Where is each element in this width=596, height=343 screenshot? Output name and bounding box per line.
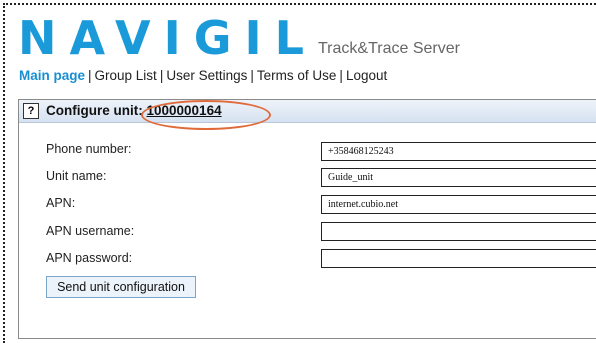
phone-number-label: Phone number:: [46, 142, 132, 156]
apn-field[interactable]: internet.cubio.net: [321, 195, 596, 214]
apn-password-field[interactable]: [321, 249, 596, 268]
phone-number-field[interactable]: +358468125243: [321, 142, 596, 161]
server-subtitle: Track&Trace Server: [318, 40, 460, 57]
nav-user-settings[interactable]: User Settings: [166, 68, 247, 83]
panel-header: ? Configure unit: 1000000164: [19, 100, 596, 130]
apn-username-label: APN username:: [46, 224, 135, 238]
send-unit-configuration-button[interactable]: Send unit configuration: [46, 276, 196, 298]
nav-separator: |: [250, 68, 254, 83]
navigil-logo: NAVIGIL: [18, 11, 317, 65]
nav-separator: |: [88, 68, 92, 83]
nav-separator: |: [159, 68, 164, 83]
panel-title-prefix: Configure unit:: [46, 103, 143, 118]
help-icon[interactable]: ?: [23, 103, 39, 119]
highlight-ellipse: [141, 100, 271, 130]
nav-logout[interactable]: Logout: [346, 68, 387, 83]
nav-group-list[interactable]: Group List: [95, 68, 157, 83]
apn-password-label: APN password:: [46, 251, 133, 265]
top-nav: Main page | Group List | User Settings | Terms…: [19, 68, 387, 83]
apn-username-field[interactable]: [321, 222, 596, 241]
apn-label: APN:: [46, 196, 76, 210]
nav-separator: |: [339, 68, 343, 83]
unit-name-field[interactable]: Guide_unit: [321, 168, 596, 187]
nav-terms-of-use[interactable]: Terms of Use: [257, 68, 337, 83]
nav-main-page[interactable]: Main page: [19, 68, 85, 83]
unit-name-label: Unit name:: [46, 169, 107, 183]
configure-unit-panel: ? Configure unit: 1000000164 Phone numbe…: [18, 99, 596, 339]
